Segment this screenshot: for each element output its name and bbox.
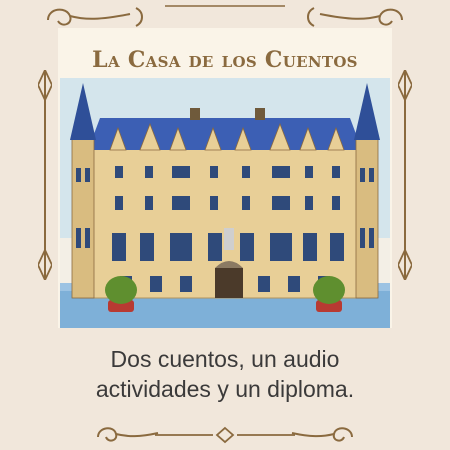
bottom-left-flourish-icon (97, 427, 159, 442)
right-diamond-lower-icon (398, 250, 412, 280)
top-left-flourish-icon (47, 7, 143, 27)
right-border-line (404, 70, 406, 280)
left-diamond-lower-icon (38, 250, 52, 280)
top-center-flourish-icon (165, 5, 285, 7)
bottom-right-flourish-icon (291, 427, 353, 442)
left-diamond-icon (38, 70, 52, 100)
page-title: La Casa de los Cuentos (92, 47, 358, 73)
caption-line-1: Dos cuentos, un audio (110, 346, 340, 372)
building-illustration (60, 78, 390, 328)
top-right-flourish-icon (307, 7, 403, 27)
caption-line-2: actividades y un diploma. (95, 376, 355, 402)
bottom-center-flourish-icon (155, 426, 295, 444)
left-border-line (44, 70, 46, 280)
right-diamond-icon (398, 70, 412, 100)
caption: Dos cuentos, un audio actividades y un d… (0, 344, 450, 404)
